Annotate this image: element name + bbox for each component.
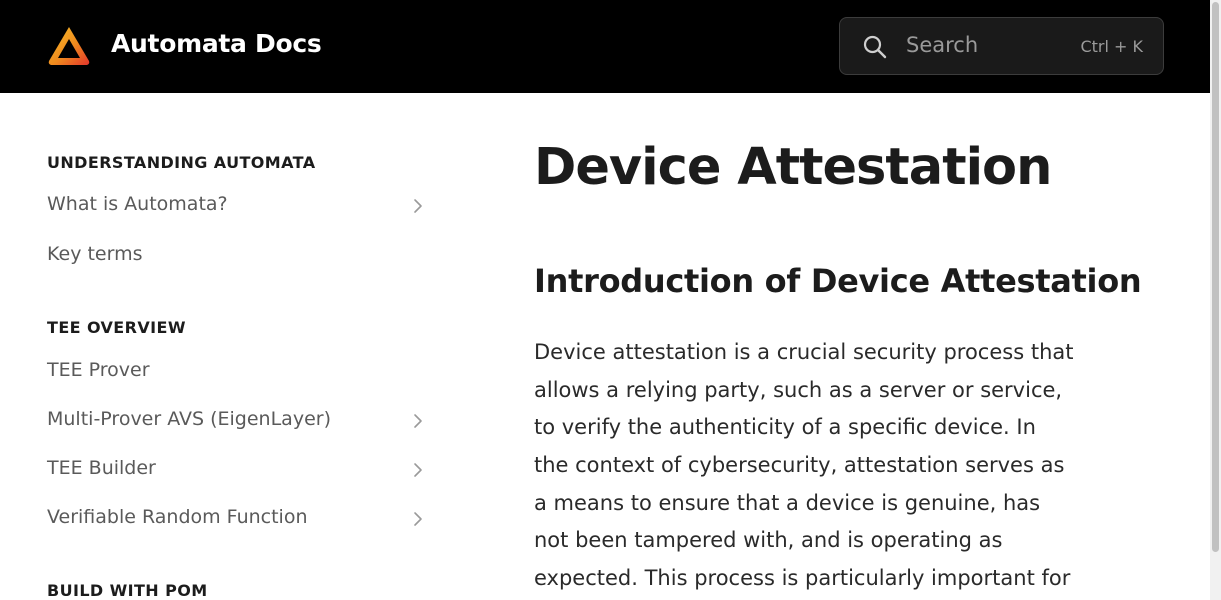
paragraph-line: expected. This process is particularly i…	[534, 566, 1071, 591]
top-header: Automata Docs Search Ctrl + K	[0, 0, 1210, 93]
paragraph-line: the context of cybersecurity, attestatio…	[534, 453, 1065, 478]
sidebar-item-label: Verifiable Random Function	[47, 506, 308, 528]
sidebar-item-tee-prover[interactable]: TEE Prover	[47, 355, 427, 389]
section-heading: Introduction of Device Attestation	[534, 262, 1142, 300]
scrollbar-thumb[interactable]	[1212, 2, 1219, 552]
paragraph-line: Device attestation is a crucial security…	[534, 340, 1074, 364]
chevron-right-icon[interactable]	[411, 461, 425, 479]
page-scrollbar[interactable]	[1210, 0, 1221, 600]
paragraph-line: not been tampered with, and is operating…	[534, 528, 1003, 553]
brand-title[interactable]: Automata Docs	[111, 29, 322, 58]
sidebar-item-key-terms[interactable]: Key terms	[47, 239, 427, 273]
sidebar-item-multi-prover-avs[interactable]: Multi-Prover AVS (EigenLayer)	[47, 404, 427, 438]
chevron-right-icon[interactable]	[411, 412, 425, 430]
paragraph-line: allows a relying party, such as a server…	[534, 377, 1063, 402]
intro-paragraph: Device attestation is a crucial security…	[534, 336, 1104, 600]
sidebar-item-what-is-automata[interactable]: What is Automata?	[47, 189, 427, 223]
sidebar-item-label: TEE Prover	[47, 359, 150, 381]
sidebar-item-tee-builder[interactable]: TEE Builder	[47, 453, 427, 487]
sidebar-section-tee-overview: TEE OVERVIEW	[47, 318, 186, 337]
paragraph-line: to verify the authenticity of a specific…	[534, 415, 1036, 440]
sidebar-item-label: Multi-Prover AVS (EigenLayer)	[47, 408, 331, 430]
sidebar-item-label: What is Automata?	[47, 193, 228, 215]
sidebar-item-verifiable-random-function[interactable]: Verifiable Random Function	[47, 502, 427, 536]
search-placeholder: Search	[906, 33, 979, 57]
sidebar-section-understanding-automata: UNDERSTANDING AUTOMATA	[47, 153, 316, 172]
chevron-right-icon[interactable]	[411, 197, 425, 215]
sidebar-item-label: TEE Builder	[47, 457, 156, 479]
chevron-right-icon[interactable]	[411, 510, 425, 528]
sidebar-section-build-with-pom: BUILD WITH POM	[47, 581, 208, 600]
paragraph-line: a means to ensure that a device is genui…	[534, 490, 1041, 515]
search-box[interactable]: Search Ctrl + K	[839, 17, 1164, 75]
search-shortcut: Ctrl + K	[1080, 37, 1143, 56]
automata-logo-icon[interactable]	[47, 25, 91, 67]
page-title: Device Attestation	[534, 138, 1052, 197]
search-icon	[863, 35, 887, 59]
sidebar-item-label: Key terms	[47, 243, 143, 265]
